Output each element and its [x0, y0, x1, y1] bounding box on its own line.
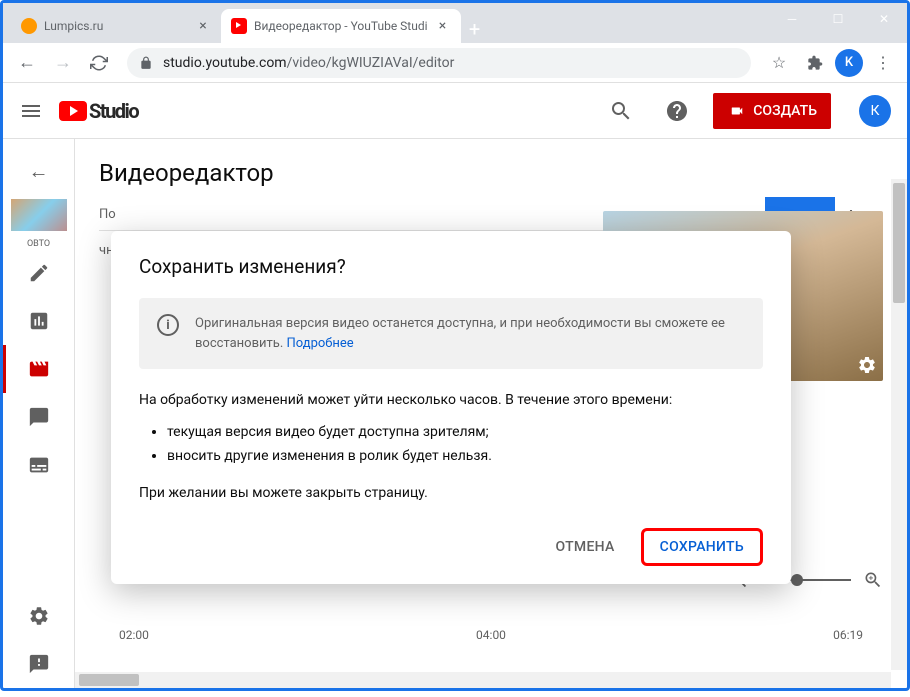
favicon-youtube [231, 18, 247, 34]
close-icon[interactable]: × [435, 18, 451, 34]
url-host: studio.youtube.com/video/kgWIUZIAVaI/edi… [163, 55, 454, 71]
cancel-button[interactable]: ОТМЕНА [539, 531, 630, 563]
forward-button[interactable]: → [47, 47, 79, 79]
save-button[interactable]: СОХРАНИТЬ [641, 528, 763, 566]
tab-title: Видеоредактор - YouTube Studi [254, 19, 428, 33]
info-box: i Оригинальная версия видео останется до… [139, 298, 763, 369]
extensions-icon[interactable] [799, 47, 831, 79]
save-changes-dialog: Сохранить изменения? i Оригинальная верс… [111, 231, 791, 584]
dialog-title: Сохранить изменения? [139, 255, 763, 278]
maximize-button[interactable]: ☐ [815, 3, 861, 35]
back-button[interactable]: ← [11, 47, 43, 79]
info-icon: i [157, 314, 179, 336]
new-tab-button[interactable]: + [461, 15, 489, 43]
address-bar: ← → studio.youtube.com/video/kgWIUZIAVaI… [3, 43, 907, 83]
close-icon[interactable]: × [195, 18, 211, 34]
info-text: Оригинальная версия видео останется дост… [195, 314, 745, 353]
bookmark-icon[interactable]: ☆ [763, 47, 795, 79]
reload-button[interactable] [83, 47, 115, 79]
profile-badge[interactable]: K [835, 49, 863, 77]
dialog-body: На обработку изменений может уйти нескол… [139, 389, 763, 506]
url-field[interactable]: studio.youtube.com/video/kgWIUZIAVaI/edi… [127, 48, 751, 78]
tab-title: Lumpics.ru [44, 19, 188, 33]
favicon-lumpics [21, 18, 37, 34]
bullet-item: текущая версия видео будет доступна зрит… [167, 421, 763, 445]
minimize-button[interactable]: ─ [769, 3, 815, 35]
lock-icon [139, 56, 153, 70]
modal-overlay: Сохранить изменения? i Оригинальная верс… [3, 83, 907, 688]
close-window-button[interactable]: ✕ [861, 3, 907, 35]
browser-tab-youtube[interactable]: Видеоредактор - YouTube Studi × [221, 9, 461, 43]
browser-tab-lumpics[interactable]: Lumpics.ru × [11, 9, 221, 43]
bullet-item: вносить другие изменения в ролик будет н… [167, 445, 763, 469]
tab-strip: Lumpics.ru × Видеоредактор - YouTube Stu… [3, 3, 907, 43]
browser-menu-icon[interactable]: ⋮ [867, 47, 899, 79]
learn-more-link[interactable]: Подробнее [287, 336, 354, 351]
